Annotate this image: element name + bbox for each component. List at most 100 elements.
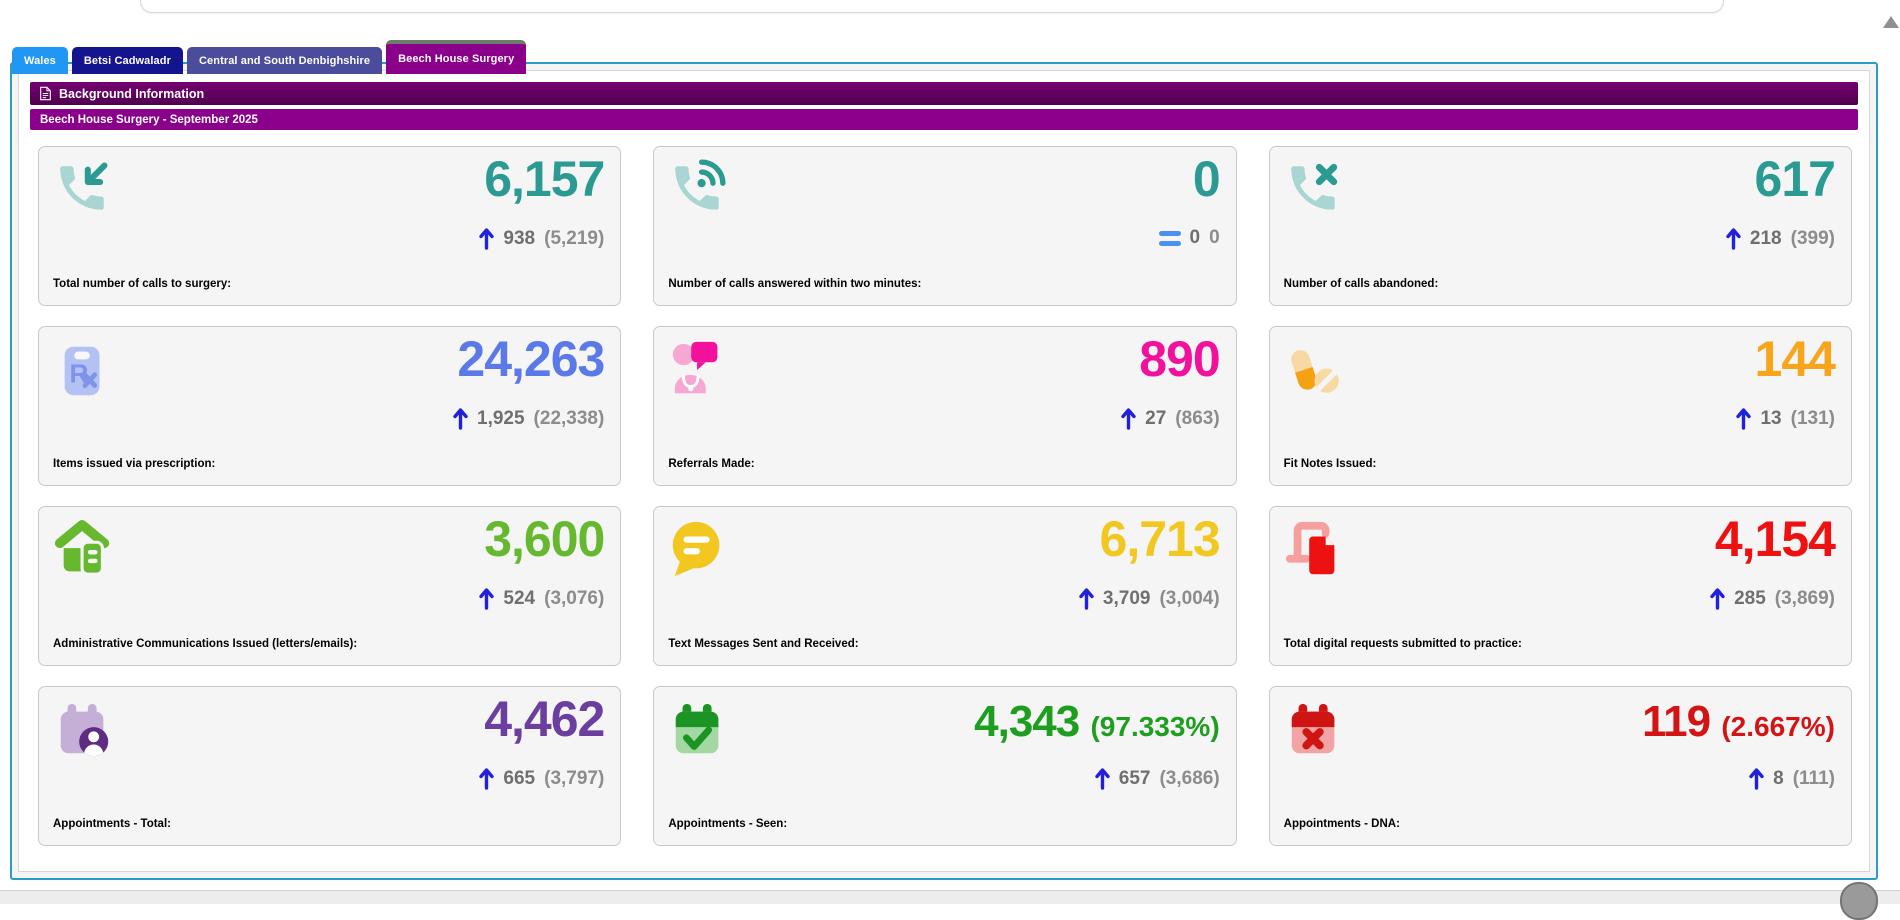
up-arrow-icon [1749, 767, 1764, 790]
tab-central-and-south-denbighshire[interactable]: Central and South Denbighshire [186, 47, 383, 74]
phone-volume-icon [668, 159, 732, 223]
card-change-value: 13 [1760, 407, 1782, 429]
card-value: 0 [1192, 151, 1221, 207]
card-label: Appointments - DNA: [1283, 818, 1400, 830]
horizontal-scrollbar-track[interactable] [0, 890, 1900, 904]
calendar-check-icon [668, 699, 732, 763]
stat-card-items-issued-via-prescription[interactable]: R 24,263 1,925 (22,338) Items issued via… [38, 326, 622, 486]
background-information-header[interactable]: Background Information [30, 82, 1858, 105]
card-label: Items issued via prescription: [53, 458, 216, 470]
report-period-bar: Beech House Surgery - September 2025 [30, 109, 1858, 130]
card-previous-value: (3,686) [1159, 767, 1220, 789]
card-label: Appointments - Total: [53, 818, 171, 830]
card-value: 4,154 [1714, 511, 1836, 567]
referral-icon [668, 339, 732, 403]
up-arrow-icon [1710, 587, 1725, 610]
card-label: Fit Notes Issued: [1283, 458, 1377, 470]
card-previous-value: (863) [1175, 407, 1220, 429]
up-arrow-icon [479, 767, 495, 790]
card-change-value: 3,709 [1102, 587, 1151, 609]
card-change-value: 27 [1145, 407, 1167, 429]
card-change-row: 285 (3,869) [1710, 587, 1835, 610]
card-value: 6,157 [484, 151, 605, 207]
card-value: 890 [1139, 331, 1220, 387]
stat-card-fit-notes-issued[interactable]: 144 13 (131) Fit Notes Issued: [1268, 326, 1852, 486]
card-label: Total digital requests submitted to prac… [1283, 638, 1522, 650]
equals-icon [1158, 230, 1181, 246]
stat-card-administrative-communications-issued-letters-emails[interactable]: 3,600 524 (3,076) Administrative Communi… [38, 506, 622, 666]
browser-bar-fragment [140, 0, 1724, 13]
stat-card-appointments-dna[interactable]: 119 (2.667%) 8 (111) Appointments - DNA: [1268, 686, 1852, 846]
stat-card-total-number-of-calls-to-surgery[interactable]: 6,157 938 (5,219) Total number of calls … [38, 146, 622, 306]
card-previous-value: (3,004) [1159, 587, 1220, 609]
card-label: Appointments - Seen: [668, 818, 788, 830]
dashboard-panel: Background Information Beech House Surge… [10, 62, 1878, 880]
stat-card-appointments-seen[interactable]: 4,343 (97.333%) 657 (3,686) Appointments… [653, 686, 1237, 846]
tab-wales[interactable]: Wales [12, 47, 68, 74]
stat-card-text-messages-sent-and-received[interactable]: 6,713 3,709 (3,004) Text Messages Sent a… [653, 506, 1237, 666]
card-previous-value: (3,797) [544, 767, 605, 789]
card-change-value: 665 [503, 767, 536, 789]
card-change-row: 938 (5,219) [479, 227, 604, 250]
house-mail-icon [53, 519, 117, 583]
card-value: 6,713 [1099, 511, 1221, 567]
up-arrow-icon [1736, 407, 1752, 430]
tab-beech-house-surgery[interactable]: Beech House Surgery [386, 40, 527, 74]
card-previous-value: (131) [1790, 407, 1835, 429]
card-value-percent: (97.333%) [1090, 711, 1220, 742]
card-label: Total number of calls to surgery: [53, 278, 232, 290]
card-value: 4,462 [484, 691, 605, 747]
up-arrow-icon [1079, 587, 1094, 610]
card-label: Number of calls answered within two minu… [668, 278, 922, 290]
up-arrow-icon [479, 587, 495, 610]
prescription-icon: R [53, 339, 117, 403]
stat-card-referrals-made[interactable]: 890 27 (863) Referrals Made: [653, 326, 1237, 486]
stat-card-number-of-calls-answered-within-two-minutes[interactable]: 0 0 0 Number of calls answered within tw… [653, 146, 1237, 306]
pills-icon [1284, 339, 1348, 403]
card-value: 3,600 [484, 511, 605, 567]
card-value-percent: (2.667%) [1721, 711, 1835, 742]
card-change-row: 657 (3,686) [1095, 767, 1220, 790]
card-change-row: 524 (3,076) [479, 587, 604, 610]
card-change-value: 524 [503, 587, 536, 609]
card-change-row: 27 (863) [1121, 407, 1220, 430]
card-change-value: 218 [1749, 227, 1782, 249]
card-change-value: 8 [1773, 767, 1784, 789]
digital-request-icon [1284, 519, 1348, 583]
card-change-value: 285 [1734, 587, 1766, 609]
document-icon [40, 86, 51, 101]
card-previous-value: (111) [1792, 767, 1835, 789]
phone-incoming-icon [53, 159, 117, 223]
card-change-value: 1,925 [477, 407, 525, 429]
card-change-value: 0 [1189, 227, 1201, 248]
up-arrow-icon [479, 227, 495, 250]
report-period-title: Beech House Surgery - September 2025 [40, 113, 258, 126]
card-value: 4,343 (97.333%) [974, 697, 1220, 746]
card-label: Text Messages Sent and Received: [668, 638, 859, 650]
up-arrow-icon [1095, 767, 1110, 790]
card-label: Referrals Made: [668, 458, 755, 470]
card-value: 144 [1754, 331, 1836, 387]
card-previous-value: (3,076) [544, 587, 605, 609]
card-change-row: 1,925 (22,338) [453, 407, 604, 430]
tab-betsi-cadwaladr[interactable]: Betsi Cadwaladr [71, 47, 183, 74]
up-arrow-icon [453, 407, 468, 430]
card-label: Number of calls abandoned: [1283, 278, 1439, 290]
stat-card-total-digital-requests-submitted-to-practice[interactable]: 4,154 285 (3,869) Total digital requests… [1268, 506, 1852, 666]
up-arrow-icon [1726, 227, 1741, 250]
chat-bubble-icon [668, 519, 732, 583]
stat-card-appointments-total[interactable]: 4,462 665 (3,797) Appointments - Total: [38, 686, 622, 846]
scrollbar-thumb[interactable] [1840, 882, 1878, 920]
card-change-value: 938 [503, 227, 536, 249]
scroll-up-arrow-icon[interactable] [1883, 16, 1899, 28]
card-change-row: 665 (3,797) [479, 767, 604, 790]
dashboard-inner-panel: Background Information Beech House Surge… [18, 70, 1870, 872]
card-previous-value: (3,869) [1774, 587, 1835, 609]
card-change-value: 657 [1118, 767, 1151, 789]
card-previous-value: 0 [1209, 227, 1220, 248]
card-change-row: 13 (131) [1736, 407, 1835, 430]
calendar-x-icon [1284, 699, 1348, 763]
stat-card-number-of-calls-abandoned[interactable]: 617 218 (399) Number of calls abandoned: [1268, 146, 1852, 306]
card-previous-value: (399) [1790, 227, 1835, 249]
card-change-row: 8 (111) [1749, 767, 1835, 790]
